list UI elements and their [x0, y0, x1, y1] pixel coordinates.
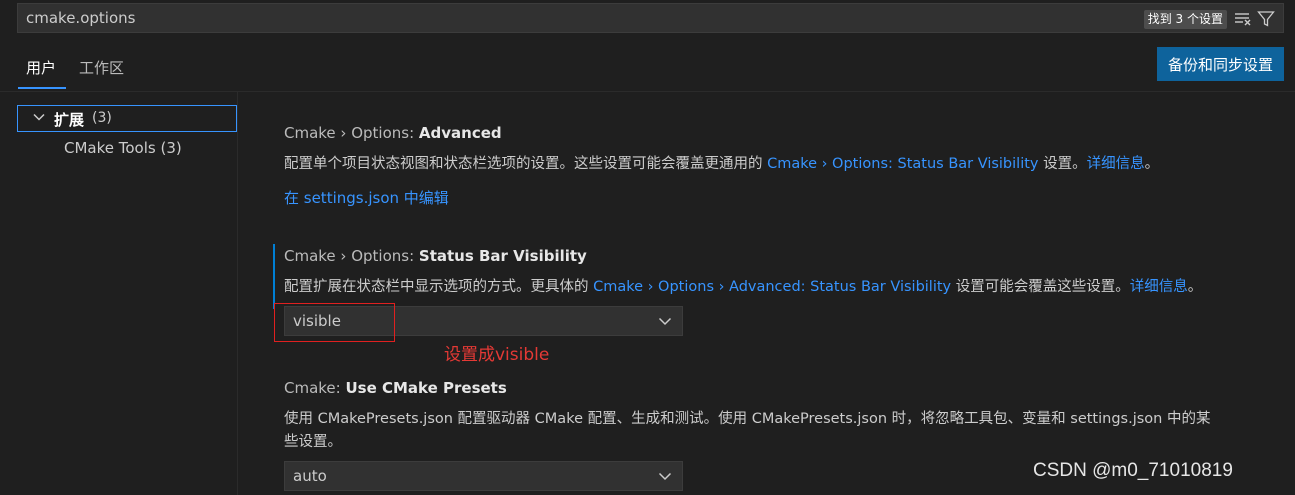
setting-description: 配置扩展在状态栏中显示选项的方式。更具体的 Cmake › Options › … [284, 275, 1202, 296]
setting-link-status-bar-visibility[interactable]: Cmake › Options: Status Bar Visibility [767, 156, 1038, 172]
setting-description: 配置单个项目状态视图和状态栏选项的设置。这些设置可能会覆盖更通用的 Cmake … [284, 152, 1159, 173]
header-divider [0, 91, 1295, 92]
result-count-badge: 找到 3 个设置 [1143, 10, 1227, 29]
desc-text: 配置扩展在状态栏中显示选项的方式。更具体的 [284, 279, 594, 295]
desc-text: 设置可能会覆盖这些设置。 [951, 279, 1130, 295]
select-value: auto [293, 467, 327, 485]
toc-extensions-count: (3) [92, 110, 112, 126]
setting-title-status-bar-visibility: Cmake › Options: Status Bar Visibility [284, 247, 587, 265]
setting-name: Use CMake Presets [345, 379, 507, 397]
active-tab-indicator [18, 87, 66, 89]
chevron-down-icon [32, 110, 46, 124]
annotation-text: 设置成visible [444, 345, 550, 365]
filter-icon[interactable] [1257, 10, 1275, 28]
toc-divider [237, 92, 238, 495]
watermark: CSDN @m0_71010819 [1033, 460, 1233, 481]
desc-text: 。 [1187, 279, 1203, 295]
search-bar: 找到 3 个设置 [17, 3, 1284, 33]
chevron-down-icon [658, 314, 672, 328]
backup-sync-settings-button[interactable]: 备份和同步设置 [1157, 47, 1284, 81]
setting-name: Status Bar Visibility [418, 247, 587, 265]
focused-setting-indicator [273, 244, 275, 309]
more-info-link[interactable]: 详细信息 [1130, 279, 1188, 295]
setting-name: Advanced [418, 124, 502, 142]
desc-text: 配置单个项目状态视图和状态栏选项的设置。这些设置可能会覆盖更通用的 [284, 156, 768, 172]
setting-link-advanced-status-bar-visibility[interactable]: Cmake › Options › Advanced: Status Bar V… [593, 279, 951, 295]
setting-title-use-cmake-presets: Cmake: Use CMake Presets [284, 379, 507, 397]
setting-category: Cmake: [284, 379, 346, 397]
toc-item-extensions[interactable]: 扩展 (3) [17, 105, 237, 132]
tab-workspace[interactable]: 工作区 [79, 57, 124, 78]
annotation-highlight-box [274, 303, 395, 342]
edit-in-settings-json-link[interactable]: 在 settings.json 中编辑 [284, 187, 449, 208]
setting-category: Cmake › Options: [284, 247, 419, 265]
setting-category: Cmake › Options: [284, 124, 419, 142]
chevron-down-icon [658, 469, 672, 483]
more-info-link[interactable]: 详细信息 [1087, 156, 1145, 172]
setting-description: 使用 CMakePresets.json 配置驱动器 CMake 配置、生成和测… [284, 411, 1211, 427]
setting-description-continued: 些设置。 [284, 434, 342, 450]
desc-text: 设置。 [1038, 156, 1087, 172]
tab-user[interactable]: 用户 [26, 57, 56, 78]
use-cmake-presets-select[interactable]: auto [284, 461, 683, 491]
toc-item-cmake-tools[interactable]: CMake Tools (3) [64, 139, 182, 157]
setting-title-advanced: Cmake › Options: Advanced [284, 124, 502, 142]
toc-extensions-label: 扩展 [54, 111, 85, 129]
desc-text: 。 [1144, 156, 1160, 172]
clear-filter-icon[interactable] [1234, 10, 1252, 28]
search-input[interactable] [26, 8, 1026, 28]
